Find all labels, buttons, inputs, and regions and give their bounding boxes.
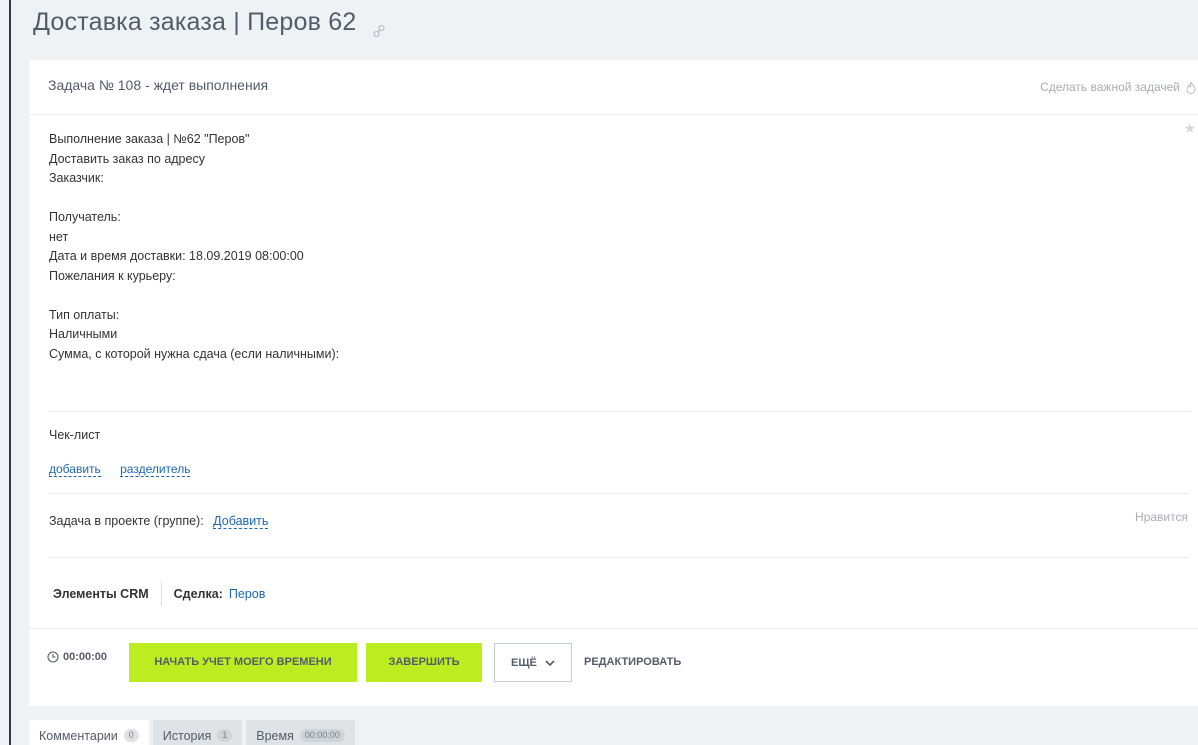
divider [48, 411, 1190, 412]
project-add-link[interactable]: Добавить [213, 514, 269, 529]
tab-comments[interactable]: Комментарии 0 [29, 720, 149, 745]
project-row: Задача в проекте (группе): Добавить [49, 514, 284, 529]
tab-count: 00:00:00 [299, 729, 345, 742]
divider [48, 493, 1190, 494]
crm-deal-link[interactable]: Перов [229, 587, 265, 601]
start-time-tracking-button[interactable]: НАЧАТЬ УЧЕТ МОЕГО ВРЕМЕНИ [129, 643, 357, 682]
description-line: нет [49, 229, 69, 244]
crm-deal-label: Сделка: [173, 587, 223, 601]
left-edge-bar [9, 0, 11, 745]
timer: 00:00:00 [47, 651, 107, 663]
project-label: Задача в проекте (группе): [49, 514, 204, 528]
task-card: Задача № 108 - ждет выполнения Сделать в… [29, 60, 1198, 706]
make-important-link[interactable]: Сделать важной задачей [1040, 80, 1180, 94]
description-line: Дата и время доставки: 18.09.2019 08:00:… [49, 249, 304, 263]
task-description: Выполнение заказа | №62 "Перов" Доставит… [49, 130, 339, 364]
crm-elements-label: Элементы CRM [53, 587, 149, 601]
checklist-separator-link[interactable]: разделитель [120, 462, 191, 477]
clock-icon [47, 651, 59, 663]
description-line: Заказчик: [49, 171, 104, 185]
description-line: Выполнение заказа | №62 "Перов" [49, 132, 250, 146]
task-header: Задача № 108 - ждет выполнения Сделать в… [29, 60, 1198, 115]
checklist-add-link[interactable]: добавить [49, 462, 101, 477]
task-status: Задача № 108 - ждет выполнения [48, 77, 269, 93]
checklist-actions: добавить разделитель [49, 462, 206, 477]
crm-separator [160, 582, 162, 606]
flame-icon[interactable] [1186, 81, 1196, 95]
description-line: Сумма, с которой нужна сдача (если налич… [49, 346, 340, 361]
divider [48, 557, 1190, 558]
description-line: Получатель: [49, 210, 121, 224]
tab-time[interactable]: Время 00:00:00 [246, 720, 355, 745]
description-line [49, 286, 339, 306]
description-line: Пожелания к курьеру: [49, 268, 176, 283]
more-button[interactable]: ЕЩЁ [494, 643, 572, 682]
page-title: Доставка заказа | Перов 62 [33, 8, 386, 38]
like-link[interactable]: Нравится [1135, 510, 1188, 524]
tab-count: 0 [123, 729, 139, 742]
star-icon[interactable]: ★ [1183, 120, 1196, 137]
page-title-text: Доставка заказа | Перов 62 [33, 8, 357, 36]
tab-label: Комментарии [39, 728, 118, 743]
description-line: Доставить заказ по адресу [49, 151, 205, 166]
task-tabs: Комментарии 0 История 1 Время 00:00:00 [29, 720, 355, 745]
finish-button[interactable]: ЗАВЕРШИТЬ [366, 643, 482, 682]
description-line: Наличными [49, 327, 118, 341]
checklist-title: Чек-лист [49, 428, 101, 442]
description-line [49, 189, 339, 209]
crm-row: Элементы CRM Сделка: Перов [53, 582, 265, 606]
link-icon[interactable] [372, 16, 386, 38]
more-button-label: ЕЩЁ [511, 657, 537, 669]
tab-label: Время [256, 728, 294, 743]
description-line: Тип оплаты: [49, 307, 120, 322]
edit-button[interactable]: РЕДАКТИРОВАТЬ [584, 643, 684, 682]
chevron-down-icon [545, 660, 555, 666]
tab-history[interactable]: История 1 [152, 720, 243, 745]
timer-value: 00:00:00 [63, 651, 108, 663]
tab-label: История [162, 728, 212, 743]
task-action-bar: 00:00:00 НАЧАТЬ УЧЕТ МОЕГО ВРЕМЕНИ ЗАВЕР… [29, 628, 1198, 707]
tab-count: 1 [217, 729, 233, 742]
